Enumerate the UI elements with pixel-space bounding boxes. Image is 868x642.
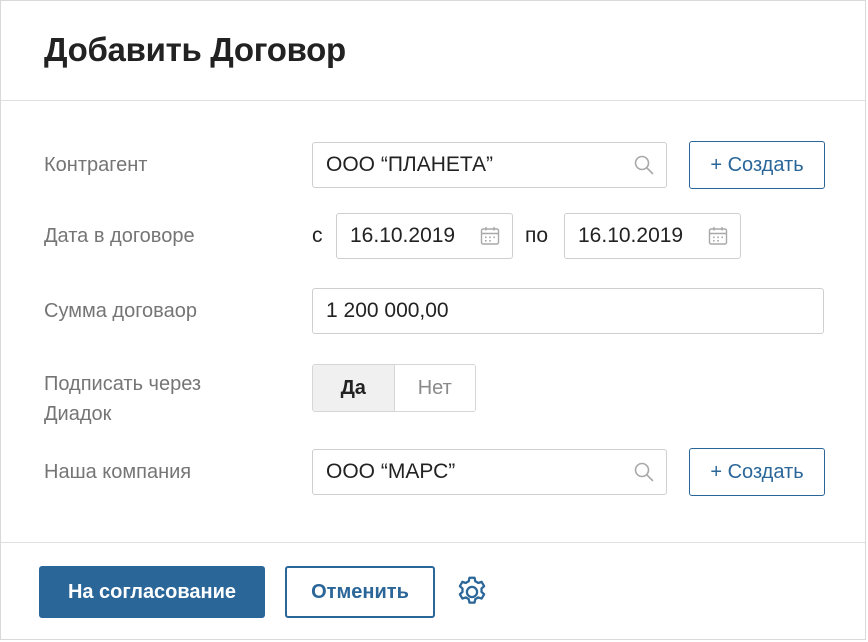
calendar-icon[interactable] <box>706 224 730 248</box>
date-from-value: 16.10.2019 <box>350 224 456 247</box>
search-icon[interactable] <box>632 460 656 484</box>
diadoc-yes-option[interactable]: Да <box>313 365 395 411</box>
our-company-label: Наша компания <box>44 461 192 483</box>
date-to-value: 16.10.2019 <box>578 224 684 247</box>
amount-value: 1 200 000,00 <box>326 299 449 322</box>
counterparty-input[interactable]: ООО “ПЛАНЕТА” <box>312 142 667 188</box>
gear-icon[interactable] <box>453 573 491 611</box>
diadoc-toggle: Да Нет <box>312 364 476 412</box>
submit-for-approval-button[interactable]: На согласование <box>39 566 265 618</box>
counterparty-label: Контрагент <box>44 154 148 176</box>
our-company-input[interactable]: ООО “МАРС” <box>312 449 667 495</box>
cancel-button[interactable]: Отменить <box>285 566 435 618</box>
add-contract-dialog: Добавить Договор Контрагент ООО “ПЛАНЕТА… <box>0 0 866 640</box>
date-to-input[interactable]: 16.10.2019 <box>564 213 741 259</box>
dialog-title: Добавить Договор <box>44 31 346 68</box>
amount-label: Сумма договаор <box>44 300 197 322</box>
create-company-button[interactable]: + Создать <box>689 448 825 496</box>
create-counterparty-button[interactable]: + Создать <box>689 141 825 189</box>
search-icon[interactable] <box>632 153 656 177</box>
date-from-label: с <box>312 224 323 247</box>
counterparty-value: ООО “ПЛАНЕТА” <box>326 153 494 176</box>
diadoc-label-line1: Подписать через <box>44 373 202 395</box>
dialog-footer: На согласование Отменить <box>1 542 865 640</box>
dialog-header: Добавить Договор <box>1 1 865 101</box>
amount-input[interactable]: 1 200 000,00 <box>312 288 824 334</box>
our-company-value: ООО “МАРС” <box>326 460 456 483</box>
diadoc-label-line2: Диадок <box>44 403 112 425</box>
submit-label: На согласование <box>67 580 237 603</box>
calendar-icon[interactable] <box>478 224 502 248</box>
contract-date-label: Дата в договоре <box>44 225 195 247</box>
date-to-label: по <box>525 224 549 247</box>
date-from-input[interactable]: 16.10.2019 <box>336 213 513 259</box>
diadoc-no-option[interactable]: Нет <box>394 365 475 411</box>
